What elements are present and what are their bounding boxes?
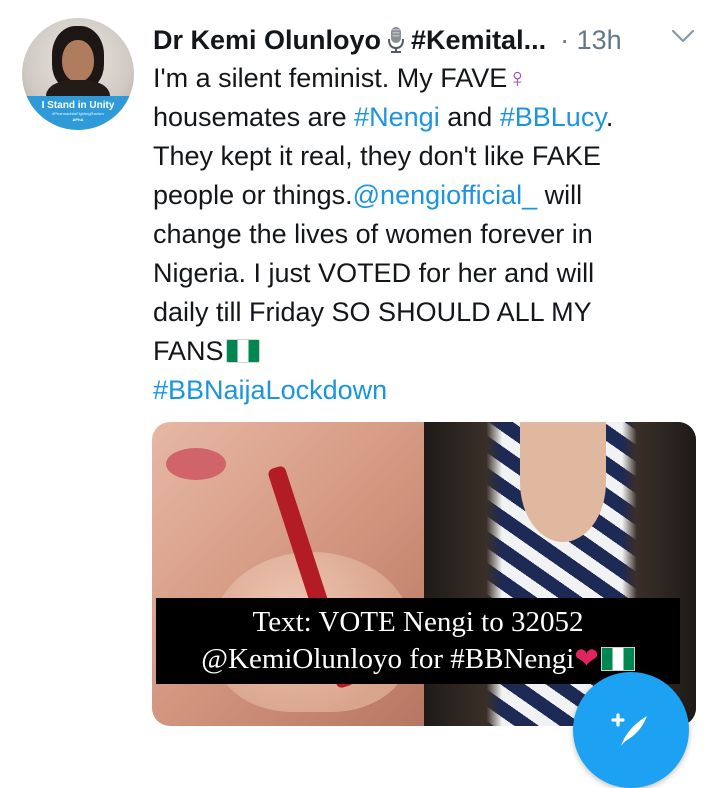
compose-tweet-button[interactable] [573,672,689,788]
media-caption-line-2: @KemiOlunloyo for #BBNengi❤ [201,641,635,678]
avatar-face [62,40,94,82]
tweet-timestamp[interactable]: · 13h [560,25,622,56]
tweet-text-segment: will [537,180,583,210]
tweet-header: Dr Kemi Olunloyo #Kemital... · 13h [153,20,698,60]
nigeria-flag-icon [225,339,260,363]
chevron-down-icon[interactable] [670,26,696,46]
tweet-line: I'm a silent feminist. My FAVE♀ [153,59,698,98]
tweet-line: people or things.@nengiofficial_ will [153,176,698,215]
tweet-line: FANS [153,332,698,371]
tweet-text-segment: . [605,102,614,132]
tweet-text-segment: FANS [153,336,224,366]
avatar-banner: I Stand in Unity #PharmacistsFightingRac… [22,96,134,130]
compose-tweet-icon [611,713,647,746]
nigeria-flag-icon [600,647,635,671]
tweet-line: change the lives of women forever in [153,219,593,249]
tweet-line: They kept it real, they don't like FAKE [153,141,601,171]
media-caption-text: @KemiOlunloyo for #BBNengi [201,643,575,675]
avatar-banner-logo: APhA [72,117,84,122]
photo-neck [520,422,606,542]
heart-icon: ❤ [574,643,599,675]
author-display-name[interactable]: Dr Kemi Olunloyo [153,25,381,56]
author-name-suffix[interactable]: #Kemital... [411,25,546,56]
mention-link-nengiofficial[interactable]: @nengiofficial_ [353,180,538,210]
tweet-line: housemates are #Nengi and #BBLucy. [153,98,698,137]
hashtag-link-bbnaijalockdown[interactable]: #BBNaijaLockdown [153,375,387,405]
media-caption-line-1: Text: VOTE Nengi to 32052 [252,606,584,638]
tweet-text-segment: people or things. [153,180,353,210]
tweet-text-segment: I'm a silent feminist. My FAVE [153,63,508,93]
hashtag-link-nengi[interactable]: #Nengi [354,102,440,132]
tweet-line: daily till Friday SO SHOULD ALL MY [153,297,592,327]
author-avatar[interactable]: I Stand in Unity #PharmacistsFightingRac… [22,18,134,130]
female-sign-icon: ♀ [507,63,528,93]
media-caption: Text: VOTE Nengi to 32052 @KemiOlunloyo … [156,598,680,684]
tweet-text-segment: housemates are [153,102,355,132]
tweet-body: I'm a silent feminist. My FAVE♀ housemat… [153,59,698,410]
tweet-line: Nigeria. I just VOTED for her and will [153,258,595,288]
avatar-banner-title: I Stand in Unity [41,100,115,111]
microphone-icon [388,27,405,53]
tweet-text-segment: and [439,102,500,132]
photo-lips [166,448,226,480]
hashtag-link-bblucy[interactable]: #BBLucy [500,102,606,132]
tweet-line: #BBNaijaLockdown [153,371,698,410]
